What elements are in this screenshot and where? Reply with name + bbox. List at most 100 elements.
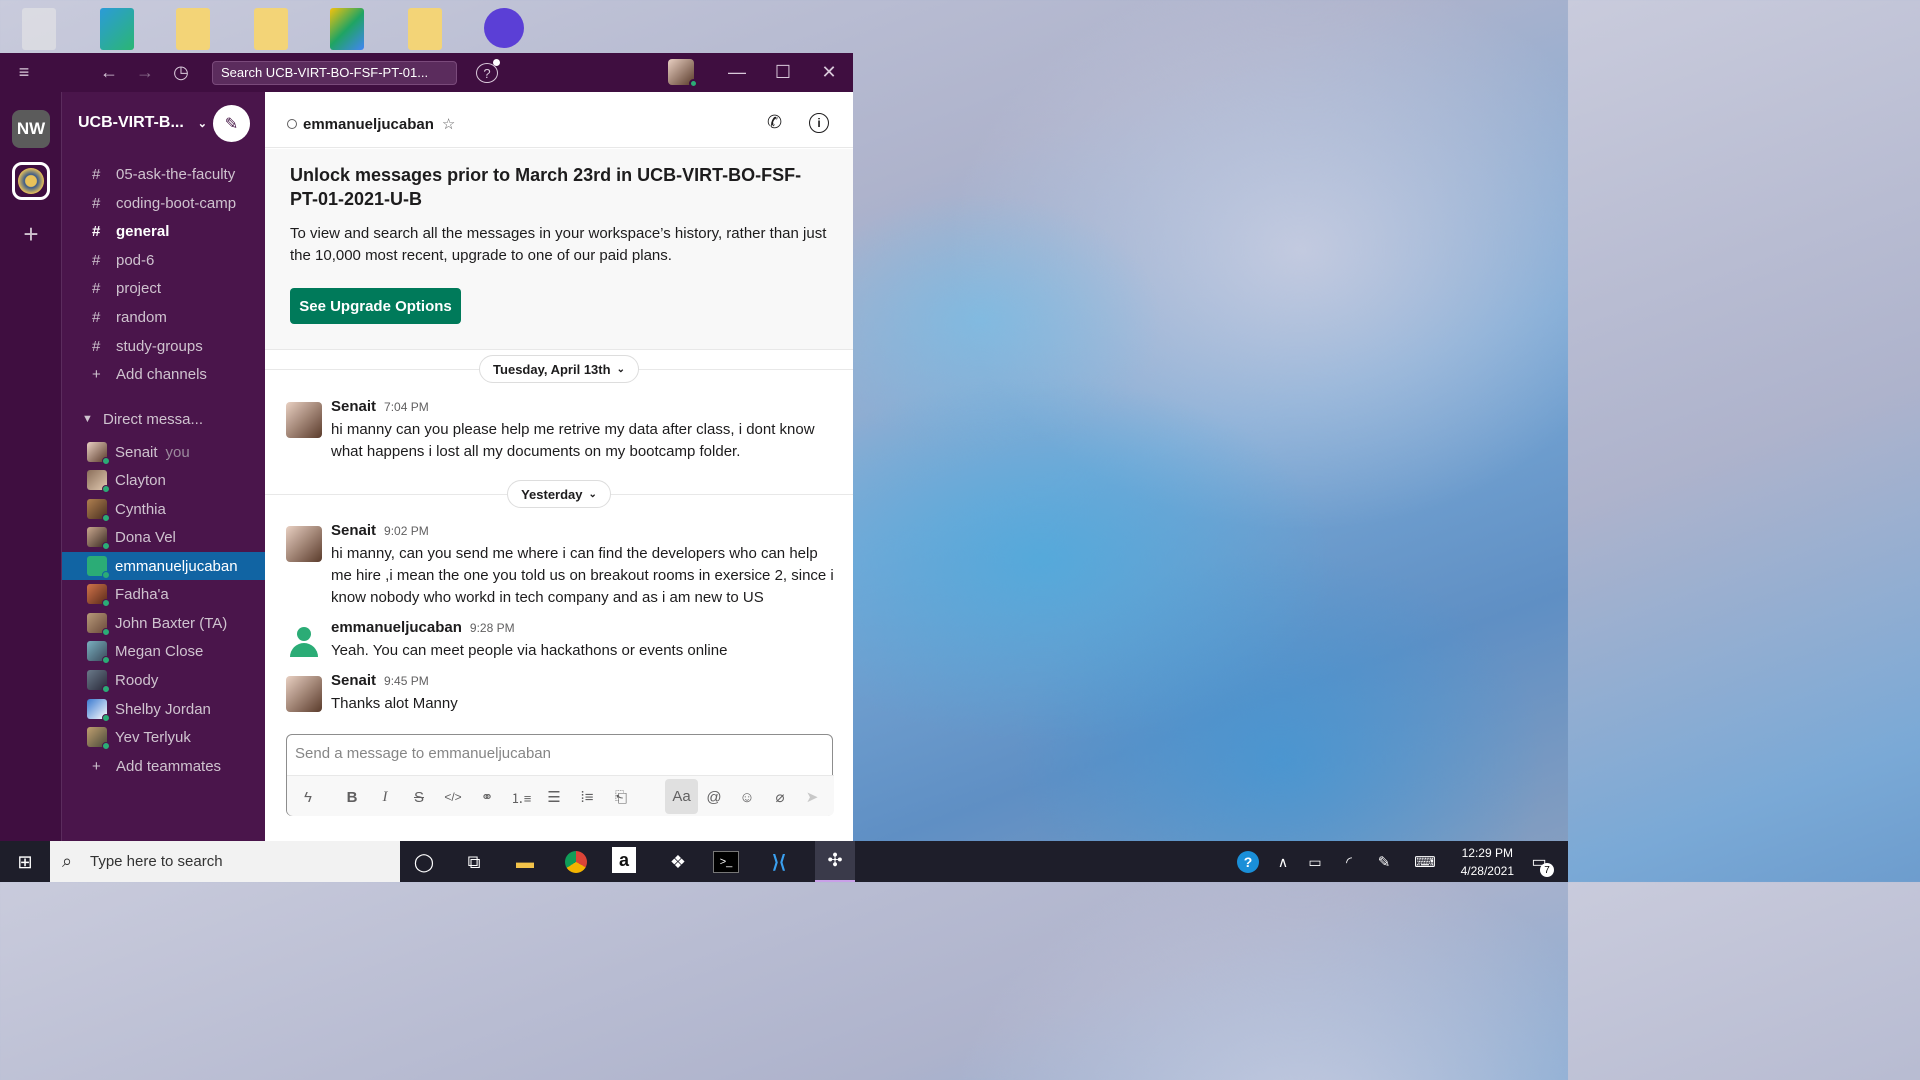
maximize-icon[interactable]: ☐ (772, 61, 794, 83)
sidebar-item-channel[interactable]: # project (62, 274, 266, 302)
sidebar-item-channel[interactable]: # random (62, 303, 266, 331)
minimize-icon[interactable]: — (726, 61, 748, 83)
help-tray-icon[interactable]: ? (1233, 847, 1263, 877)
help-icon[interactable]: ? (476, 63, 498, 83)
message-input[interactable]: Send a message to emmanueljucaban (295, 745, 551, 762)
slack-icon[interactable]: ✣ (815, 841, 855, 882)
close-icon[interactable]: ✕ (818, 61, 840, 83)
date-pill[interactable]: Yesterday ⌄ (507, 480, 611, 508)
desktop-app-icon[interactable] (22, 8, 56, 50)
avatar (87, 442, 110, 465)
desktop-file-icon[interactable] (408, 8, 442, 50)
add-channels-button[interactable]: + Add channels (62, 360, 266, 388)
shortcuts-bolt-icon[interactable]: ϟ (295, 784, 321, 810)
add-workspace-icon[interactable]: + (12, 215, 50, 253)
message-author[interactable]: emmanueljucaban 9:28 PM (331, 619, 515, 636)
message-author[interactable]: Senait 7:04 PM (331, 398, 429, 415)
send-icon[interactable]: ➤ (799, 784, 825, 810)
bold-icon[interactable]: B (339, 784, 365, 810)
info-icon[interactable]: i (809, 113, 829, 133)
sidebar-item-channel[interactable]: # pod-6 (62, 246, 266, 274)
strikethrough-icon[interactable]: S (406, 784, 432, 810)
history-icon[interactable]: ◷ (170, 61, 192, 83)
bulleted-list-icon[interactable]: ☰ (541, 784, 567, 810)
sidebar-item-dm[interactable]: Clayton (62, 466, 266, 494)
google-drive-icon[interactable] (330, 8, 364, 50)
link-icon[interactable]: ⚭ (474, 784, 500, 810)
battery-icon[interactable]: ▭ (1300, 847, 1330, 877)
workspace-nw[interactable]: NW (12, 110, 50, 148)
forward-arrow-icon[interactable]: → (134, 61, 156, 83)
avatar[interactable] (286, 676, 322, 712)
back-arrow-icon[interactable]: ← (98, 61, 120, 83)
avatar (87, 613, 110, 636)
star-icon[interactable]: ☆ (442, 115, 455, 133)
show-hidden-icons-icon[interactable]: ∧ (1268, 847, 1298, 877)
phone-icon[interactable]: ✆ (767, 112, 782, 133)
sidebar-item-dm[interactable]: John Baxter (TA) (62, 609, 266, 637)
sidebar-item-dm[interactable]: Senait you (62, 438, 266, 466)
sidebar-item-channel[interactable]: # coding-boot-camp (62, 189, 266, 217)
message-time[interactable]: 9:45 PM (384, 674, 429, 688)
blockquote-icon[interactable]: ⁞≡ (574, 784, 600, 810)
message-composer: Send a message to emmanueljucaban ϟ B I … (286, 734, 834, 816)
chrome-icon[interactable] (561, 847, 591, 877)
workspace-ucb[interactable] (12, 162, 50, 200)
sidebar-item-dm[interactable]: Dona Vel (62, 523, 266, 551)
dropbox-icon[interactable]: ❖ (663, 847, 693, 877)
code-icon[interactable]: </> (440, 784, 466, 810)
avatar (87, 670, 110, 693)
sidebar-item-dm[interactable]: Megan Close (62, 637, 266, 665)
sidebar-item-channel[interactable]: # study-groups (62, 332, 266, 360)
date-pill[interactable]: Tuesday, April 13th ⌄ (479, 355, 639, 383)
italic-icon[interactable]: I (372, 784, 398, 810)
file-explorer-icon[interactable]: ▬ (510, 847, 540, 877)
sidebar-item-dm[interactable]: Roody (62, 666, 266, 694)
channel-label: study-groups (116, 337, 203, 355)
taskbar-search-input[interactable]: ⌕ Type here to search (50, 841, 400, 882)
sidebar-item-dm[interactable]: Yev Terlyuk (62, 723, 266, 751)
sidebar-item-dm[interactable]: Cynthia (62, 495, 266, 523)
sidebar-item-dm[interactable]: emmanueljucaban (62, 552, 266, 580)
wifi-icon[interactable]: ◜ (1334, 847, 1364, 877)
format-toggle-button[interactable]: Aa (665, 779, 698, 814)
search-input[interactable]: Search UCB-VIRT-BO-FSF-PT-01... (212, 61, 457, 85)
terminal-icon[interactable]: >_ (713, 851, 739, 873)
message-author[interactable]: Senait 9:02 PM (331, 522, 429, 539)
task-view-icon[interactable]: ⧉ (459, 847, 489, 877)
sidebar-item-dm[interactable]: Shelby Jordan (62, 695, 266, 723)
dm-section-header[interactable]: ▼ Direct messa... (62, 405, 266, 433)
desktop-file-icon[interactable] (254, 8, 288, 50)
code-block-icon[interactable]: ⎗ (608, 784, 634, 810)
amazon-icon[interactable]: a (612, 847, 636, 873)
emoji-icon[interactable]: ☺ (734, 784, 760, 810)
message-author[interactable]: Senait 9:45 PM (331, 672, 429, 689)
system-clock[interactable]: 12:29 PM 4/28/2021 (1461, 844, 1514, 880)
pen-icon[interactable]: ✎ (1369, 847, 1399, 877)
workspace-name[interactable]: UCB-VIRT-B... ⌄ (78, 114, 207, 132)
cortana-icon[interactable]: ◯ (409, 847, 439, 877)
upgrade-button[interactable]: See Upgrade Options (290, 288, 461, 324)
avatar[interactable] (286, 623, 322, 659)
ordered-list-icon[interactable]: ⒈≡ (508, 784, 534, 810)
compose-button[interactable]: ✎ (213, 105, 250, 142)
desktop-file-icon[interactable] (176, 8, 210, 50)
keyboard-icon[interactable]: ⌨ (1410, 847, 1440, 877)
sidebar-item-dm[interactable]: Fadha'a (62, 580, 266, 608)
app-moon-icon[interactable] (484, 8, 524, 48)
attachment-icon[interactable]: ⌀ (767, 784, 793, 810)
sidebar-item-channel[interactable]: #05-ask-the-faculty (62, 160, 266, 188)
vscode-icon[interactable]: ⟩⟨ (764, 847, 794, 877)
add-teammates-button[interactable]: + Add teammates (62, 752, 266, 780)
avatar[interactable] (286, 526, 322, 562)
mention-icon[interactable]: @ (701, 784, 727, 810)
avatar[interactable] (286, 402, 322, 438)
desktop-app-icon[interactable] (100, 8, 134, 50)
message-time[interactable]: 7:04 PM (384, 400, 429, 414)
message-time[interactable]: 9:28 PM (470, 621, 515, 635)
channel-title[interactable]: emmanueljucaban ☆ (287, 115, 455, 133)
hamburger-menu-icon[interactable]: ≡ (14, 61, 34, 83)
windows-start-icon[interactable]: ⊞ (10, 847, 40, 877)
sidebar-item-channel[interactable]: # general (62, 217, 266, 245)
message-time[interactable]: 9:02 PM (384, 524, 429, 538)
